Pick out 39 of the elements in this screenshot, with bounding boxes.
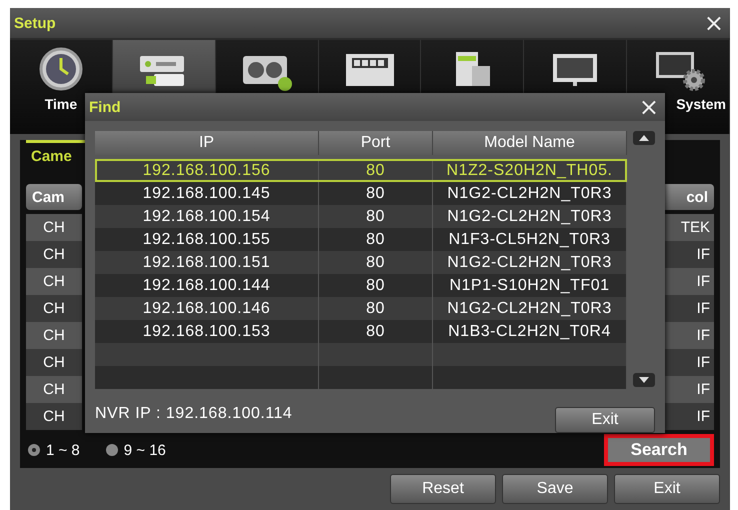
nvr-ip-text: NVR IP : 192.168.100.114	[95, 405, 292, 423]
close-button[interactable]: ×	[704, 11, 724, 35]
footer-button[interactable]: Save	[502, 474, 608, 504]
tab-label: Time	[44, 96, 78, 112]
triangle-down-icon	[639, 377, 649, 383]
radio-button[interactable]	[106, 444, 118, 456]
triangle-up-icon	[639, 135, 649, 141]
device-row[interactable]: 192.168.100.153 80 N1B3-CL2H2N_T0R4	[95, 320, 627, 343]
tab-label: System	[676, 96, 728, 112]
column-header[interactable]: IP	[95, 131, 319, 155]
search-button[interactable]: Search	[604, 434, 714, 466]
column-header[interactable]: Model Name	[433, 131, 627, 155]
scroll-up-button[interactable]	[633, 131, 655, 145]
table-cell: CH	[26, 268, 82, 295]
device-row[interactable]: 192.168.100.155 80 N1F3-CL5H2N_T0R3	[95, 228, 627, 251]
window-title: Setup	[14, 14, 56, 32]
device-row[interactable]: 192.168.100.146 80 N1G2-CL2H2N_T0R3	[95, 297, 627, 320]
close-button[interactable]: ×	[638, 95, 659, 119]
table-cell: CH	[26, 241, 82, 268]
radio-label: 1 ~ 8	[46, 442, 80, 458]
device-row[interactable]: 192.168.100.156 80 N1Z2-S20H2N_TH05.	[95, 159, 627, 182]
scroll-down-button[interactable]	[633, 373, 655, 387]
footer-button[interactable]: Reset	[390, 474, 496, 504]
table-cell: CH	[26, 214, 82, 241]
table-cell: CH	[26, 349, 82, 376]
table-cell: CH	[26, 322, 82, 349]
radio-label: 9 ~ 16	[124, 442, 166, 458]
device-row[interactable]: 192.168.100.145 80 N1G2-CL2H2N_T0R3	[95, 182, 627, 205]
radio-button[interactable]	[28, 444, 40, 456]
table-cell: CH	[26, 376, 82, 403]
column-header[interactable]: Port	[319, 131, 433, 155]
column-header[interactable]: Cam	[26, 184, 82, 210]
footer-button[interactable]: Exit	[614, 474, 720, 504]
device-row[interactable]: 192.168.100.151 80 N1G2-CL2H2N_T0R3	[95, 251, 627, 274]
device-row[interactable]: 192.168.100.154 80 N1G2-CL2H2N_T0R3	[95, 205, 627, 228]
table-cell: CH	[26, 403, 82, 430]
table-cell: CH	[26, 295, 82, 322]
device-row[interactable]: 192.168.100.144 80 N1P1-S10H2N_TF01	[95, 274, 627, 297]
exit-button[interactable]: Exit	[555, 407, 655, 433]
